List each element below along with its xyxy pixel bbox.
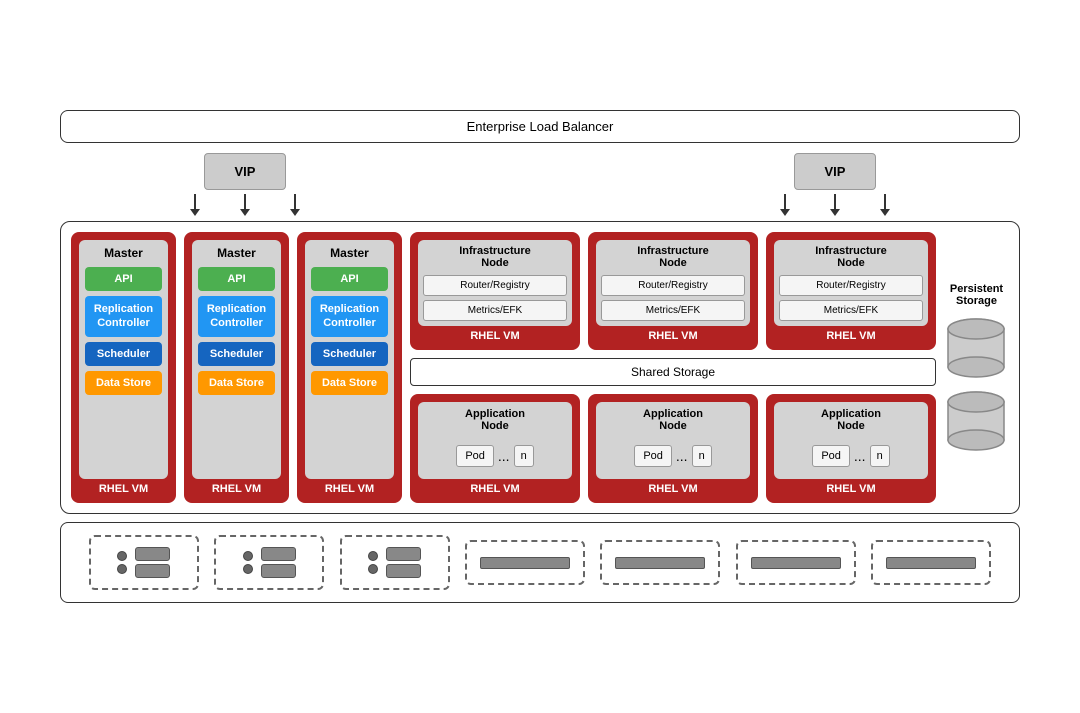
app-3-pods: Pod ... n <box>780 439 922 473</box>
infra-3-rhel: RHEL VM <box>826 330 875 342</box>
master-2-inner: Master API ReplicationController Schedul… <box>192 240 281 479</box>
arrow-master2 <box>240 194 250 216</box>
hw-blade-1 <box>465 540 585 585</box>
app-1-dots: ... <box>498 448 510 464</box>
app-1-inner: ApplicationNode Pod ... n <box>418 402 572 479</box>
master-1-datastore: Data Store <box>85 371 162 395</box>
hw-blade-2 <box>600 540 720 585</box>
arrow-master3 <box>290 194 300 216</box>
app-1-rhel: RHEL VM <box>470 483 519 495</box>
infra-1-title: InfrastructureNode <box>423 245 567 269</box>
infra-1-metrics: Metrics/EFK <box>423 300 567 321</box>
infra-1-router: Router/Registry <box>423 275 567 296</box>
master-2-title: Master <box>198 246 275 260</box>
infra-1-inner: InfrastructureNode Router/Registry Metri… <box>418 240 572 326</box>
master-1-rhel: RHEL VM <box>99 483 148 495</box>
app-vm-3: ApplicationNode Pod ... n RHEL VM <box>766 394 936 503</box>
app-vm-1: ApplicationNode Pod ... n RHEL VM <box>410 394 580 503</box>
shared-storage: Shared Storage <box>410 358 936 386</box>
right-section: InfrastructureNode Router/Registry Metri… <box>410 232 936 503</box>
hw-server-3 <box>340 535 450 590</box>
infra-vm-2: InfrastructureNode Router/Registry Metri… <box>588 232 758 350</box>
master-vm-2: Master API ReplicationController Schedul… <box>184 232 289 503</box>
arrow-infra2 <box>830 194 840 216</box>
master-1-inner: Master API ReplicationController Schedul… <box>79 240 168 479</box>
infra-2-title: InfrastructureNode <box>601 245 745 269</box>
hw-blade-3 <box>736 540 856 585</box>
app-3-rhel: RHEL VM <box>826 483 875 495</box>
app-2-title: ApplicationNode <box>602 408 744 432</box>
app-2-pods: Pod ... n <box>602 439 744 473</box>
infra-3-inner: InfrastructureNode Router/Registry Metri… <box>774 240 928 326</box>
app-1-pods: Pod ... n <box>424 439 566 473</box>
vip-left: VIP <box>204 153 287 190</box>
cylinder-1 <box>944 315 1009 380</box>
ps-label: PersistentStorage <box>950 283 1003 307</box>
master-1-title: Master <box>85 246 162 260</box>
app-3-dots: ... <box>854 448 866 464</box>
hw-blade-4 <box>871 540 991 585</box>
infra-2-inner: InfrastructureNode Router/Registry Metri… <box>596 240 750 326</box>
elb-label: Enterprise Load Balancer <box>467 119 614 134</box>
app-2-n: n <box>692 445 712 467</box>
infra-vm-1: InfrastructureNode Router/Registry Metri… <box>410 232 580 350</box>
master-2-api: API <box>198 267 275 291</box>
infra-vm-3: InfrastructureNode Router/Registry Metri… <box>766 232 936 350</box>
app-3-title: ApplicationNode <box>780 408 922 432</box>
master-3-scheduler: Scheduler <box>311 342 388 366</box>
vip-left-group: VIP <box>190 153 300 216</box>
infra-3-metrics: Metrics/EFK <box>779 300 923 321</box>
hw-server-2 <box>214 535 324 590</box>
vip-right: VIP <box>794 153 877 190</box>
persistent-storage-section: PersistentStorage <box>944 232 1009 503</box>
masters-section: Master API ReplicationController Schedul… <box>71 232 402 503</box>
cylinder-2 <box>944 388 1009 453</box>
app-row: ApplicationNode Pod ... n RHEL VM Applic… <box>410 394 936 503</box>
master-3-rhel: RHEL VM <box>325 483 374 495</box>
master-2-datastore: Data Store <box>198 371 275 395</box>
master-vm-1: Master API ReplicationController Schedul… <box>71 232 176 503</box>
infra-2-router: Router/Registry <box>601 275 745 296</box>
master-1-rc: ReplicationController <box>85 296 162 337</box>
vip-right-group: VIP <box>780 153 890 216</box>
app-3-inner: ApplicationNode Pod ... n <box>774 402 928 479</box>
app-3-pod: Pod <box>812 445 850 467</box>
infra-2-rhel: RHEL VM <box>648 330 697 342</box>
app-2-pod: Pod <box>634 445 672 467</box>
master-3-rc: ReplicationController <box>311 296 388 337</box>
infra-1-rhel: RHEL VM <box>470 330 519 342</box>
master-vm-3: Master API ReplicationController Schedul… <box>297 232 402 503</box>
infra-row: InfrastructureNode Router/Registry Metri… <box>410 232 936 350</box>
master-3-title: Master <box>311 246 388 260</box>
app-vm-2: ApplicationNode Pod ... n RHEL VM <box>588 394 758 503</box>
hardware-row <box>60 522 1020 603</box>
master-2-rhel: RHEL VM <box>212 483 261 495</box>
app-1-title: ApplicationNode <box>424 408 566 432</box>
arrow-infra1 <box>780 194 790 216</box>
master-3-datastore: Data Store <box>311 371 388 395</box>
hw-server-1 <box>89 535 199 590</box>
master-3-inner: Master API ReplicationController Schedul… <box>305 240 394 479</box>
app-3-n: n <box>870 445 890 467</box>
master-3-api: API <box>311 267 388 291</box>
master-2-scheduler: Scheduler <box>198 342 275 366</box>
diagram-wrapper: Enterprise Load Balancer VIP <box>40 90 1040 623</box>
master-1-scheduler: Scheduler <box>85 342 162 366</box>
master-1-api: API <box>85 267 162 291</box>
main-area: Master API ReplicationController Schedul… <box>60 221 1020 514</box>
arrow-infra3 <box>880 194 890 216</box>
elb-box: Enterprise Load Balancer <box>60 110 1020 143</box>
master-2-rc: ReplicationController <box>198 296 275 337</box>
infra-3-title: InfrastructureNode <box>779 245 923 269</box>
app-2-rhel: RHEL VM <box>648 483 697 495</box>
infra-2-metrics: Metrics/EFK <box>601 300 745 321</box>
infra-3-router: Router/Registry <box>779 275 923 296</box>
app-2-dots: ... <box>676 448 688 464</box>
arrow-master1 <box>190 194 200 216</box>
app-1-n: n <box>514 445 534 467</box>
app-2-inner: ApplicationNode Pod ... n <box>596 402 750 479</box>
app-1-pod: Pod <box>456 445 494 467</box>
